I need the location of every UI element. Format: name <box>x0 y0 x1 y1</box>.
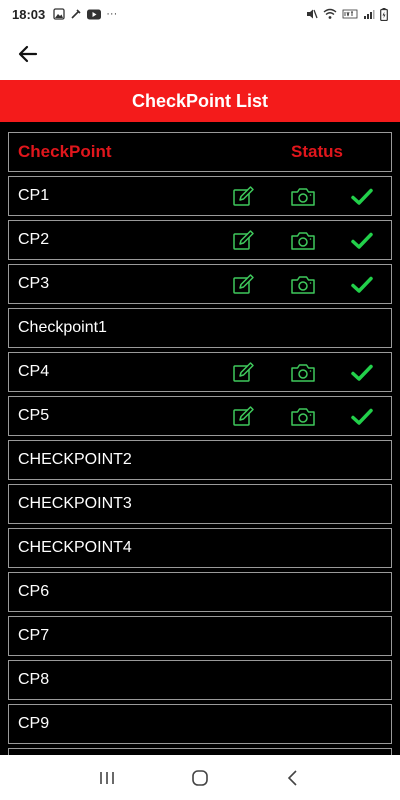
recents-icon <box>99 771 114 784</box>
table-row[interactable]: CP3 <box>8 264 392 304</box>
checkpoint-name: Checkpoint1 <box>18 319 107 336</box>
status-right-icons <box>306 7 388 21</box>
back-icon <box>288 769 297 786</box>
checkpoint-name: CHECKPOINT3 <box>18 495 132 512</box>
check-icon <box>350 361 374 385</box>
edit-icon[interactable] <box>231 405 255 429</box>
checkpoint-name: CP1 <box>18 187 50 204</box>
table-row[interactable]: CHECKPOINT2 <box>8 440 392 480</box>
header-checkpoint: CheckPoint <box>18 142 112 161</box>
checkpoint-name: CP9 <box>18 715 50 732</box>
table-row[interactable]: CHECKPOINT3 <box>8 484 392 524</box>
table-row[interactable]: CP1 <box>8 176 392 216</box>
nav-back-button[interactable] <box>278 763 308 793</box>
camera-icon[interactable] <box>290 185 316 209</box>
camera-icon[interactable] <box>290 361 316 385</box>
mute-icon <box>307 9 318 19</box>
arrow-left-icon <box>18 45 38 63</box>
check-icon <box>350 229 374 253</box>
edit-icon[interactable] <box>231 229 255 253</box>
checkpoint-name: CHECKPOINT4 <box>18 539 132 556</box>
check-icon <box>350 273 374 297</box>
checkpoint-name: CHECKPOINT2 <box>18 451 132 468</box>
checkpoint-name: CP7 <box>18 627 50 644</box>
battery-icon <box>380 7 388 21</box>
camera-icon[interactable] <box>290 229 316 253</box>
checkpoint-name: CP8 <box>18 671 50 688</box>
table-row[interactable]: CP9 <box>8 704 392 744</box>
volte-icon <box>342 9 358 19</box>
table-row[interactable] <box>8 748 392 755</box>
system-nav-bar <box>0 755 400 800</box>
gallery-icon <box>53 8 65 20</box>
page-title: CheckPoint List <box>0 80 400 122</box>
table-row[interactable]: CP5 <box>8 396 392 436</box>
more-icon: ··· <box>106 8 118 20</box>
tools-icon <box>71 9 81 19</box>
table-row[interactable]: CP2 <box>8 220 392 260</box>
table-row[interactable]: CP7 <box>8 616 392 656</box>
edit-icon[interactable] <box>231 361 255 385</box>
status-left-icons: ··· <box>53 8 117 20</box>
header-status: Status <box>291 142 343 161</box>
home-icon <box>192 769 208 786</box>
camera-icon[interactable] <box>290 273 316 297</box>
checkpoint-name: CP6 <box>18 583 50 600</box>
youtube-icon <box>87 9 102 19</box>
table-row[interactable]: CHECKPOINT4 <box>8 528 392 568</box>
checkpoint-name: CP3 <box>18 275 50 292</box>
signal-icon <box>364 10 375 19</box>
table-row[interactable]: CP8 <box>8 660 392 700</box>
table-header: CheckPoint Status <box>8 132 392 172</box>
checkpoint-name: CP4 <box>18 363 50 380</box>
edit-icon[interactable] <box>231 185 255 209</box>
edit-icon[interactable] <box>231 273 255 297</box>
checkpoint-name: CP5 <box>18 407 50 424</box>
checkpoint-list[interactable]: CheckPoint Status CP1 CP2 CP3 Checkpoint1 CP… <box>0 122 400 755</box>
wifi-icon <box>323 8 337 19</box>
checkpoint-name: CP2 <box>18 231 50 248</box>
table-row[interactable]: Checkpoint1 <box>8 308 392 348</box>
status-time: 18:03 <box>12 6 46 22</box>
table-row[interactable]: CP4 <box>8 352 392 392</box>
camera-icon[interactable] <box>290 405 316 429</box>
back-button[interactable] <box>14 40 42 68</box>
check-icon <box>350 185 374 209</box>
table-row[interactable]: CP6 <box>8 572 392 612</box>
recents-button[interactable] <box>92 763 122 793</box>
status-bar: 18:03 ··· <box>0 0 400 28</box>
app-bar <box>0 28 400 80</box>
home-button[interactable] <box>185 763 215 793</box>
check-icon <box>350 405 374 429</box>
